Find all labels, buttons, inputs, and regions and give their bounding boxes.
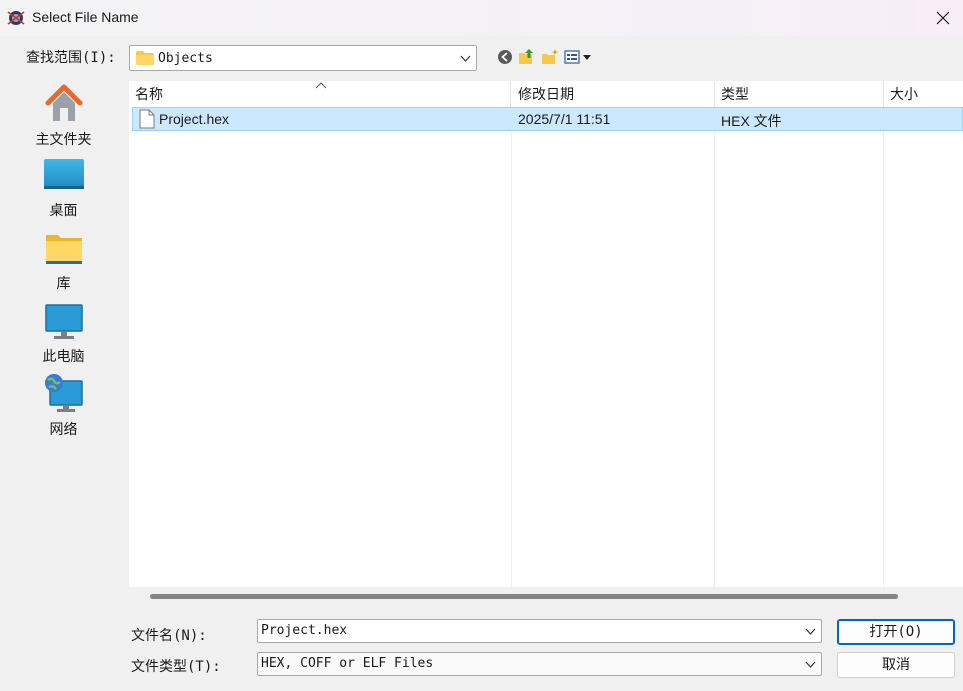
place-label: 此电脑 xyxy=(42,349,85,365)
file-name: Project.hex xyxy=(159,111,230,127)
home-icon xyxy=(45,84,82,121)
horizontal-scrollbar[interactable] xyxy=(150,594,898,599)
place-label: 桌面 xyxy=(49,203,78,219)
filename-value: Project.hex xyxy=(261,623,348,638)
filename-input[interactable]: Project.hex xyxy=(257,619,822,643)
chevron-down-icon xyxy=(460,55,471,62)
back-button[interactable] xyxy=(495,46,515,68)
back-icon xyxy=(498,50,512,64)
look-in-label: 查找范围(I): xyxy=(26,50,116,66)
place-desktop[interactable]: 桌面 xyxy=(4,156,123,220)
file-list[interactable]: 名称 修改日期 类型 大小 Project.hex 2025/7/1 11:51… xyxy=(129,81,963,587)
column-divider xyxy=(883,107,884,587)
file-type: HEX 文件 xyxy=(721,113,782,129)
window-title: Select File Name xyxy=(32,9,139,25)
place-home[interactable]: 主文件夹 xyxy=(4,81,123,149)
close-icon xyxy=(936,11,949,25)
column-header-modified[interactable]: 修改日期 xyxy=(512,81,715,107)
title-bar: Select File Name xyxy=(0,0,963,36)
view-menu-button[interactable] xyxy=(564,46,594,68)
new-folder-icon xyxy=(542,49,559,64)
filename-label: 文件名(N): xyxy=(131,628,207,644)
filetype-dropdown[interactable]: HEX, COFF or ELF Files xyxy=(257,652,822,676)
this-pc-icon xyxy=(44,304,83,339)
place-network[interactable]: 网络 xyxy=(4,373,123,439)
file-modified: 2025/7/1 11:51 xyxy=(518,111,611,127)
library-folder-icon xyxy=(45,235,82,264)
places-bar: 主文件夹 桌面 库 此电脑 网络 xyxy=(4,81,123,687)
chevron-down-icon xyxy=(805,661,816,668)
file-icon xyxy=(139,109,155,129)
keil-uvision-icon xyxy=(7,11,25,25)
place-this-pc[interactable]: 此电脑 xyxy=(4,302,123,366)
look-in-value: Objects xyxy=(158,50,213,66)
filetype-value: HEX, COFF or ELF Files xyxy=(261,656,434,671)
place-label: 网络 xyxy=(49,422,78,438)
view-menu-icon xyxy=(564,50,591,64)
place-label: 主文件夹 xyxy=(35,132,92,148)
look-in-dropdown[interactable]: Objects xyxy=(129,45,477,71)
filetype-label: 文件类型(T): xyxy=(131,659,221,675)
new-folder-button[interactable] xyxy=(540,46,560,68)
folder-icon xyxy=(136,51,154,65)
place-label: 库 xyxy=(56,276,71,292)
sort-ascending-icon xyxy=(315,82,327,89)
network-icon xyxy=(44,374,83,412)
place-library[interactable]: 库 xyxy=(4,229,123,293)
open-button[interactable]: 打开(O) xyxy=(837,619,955,645)
chevron-down-icon xyxy=(805,628,816,635)
desktop-icon xyxy=(43,159,84,189)
up-folder-button[interactable] xyxy=(517,46,537,68)
column-divider xyxy=(511,107,512,587)
up-folder-icon xyxy=(519,49,533,64)
close-button[interactable] xyxy=(922,0,963,36)
column-divider xyxy=(714,107,715,587)
column-header-type[interactable]: 类型 xyxy=(715,81,884,107)
cancel-button[interactable]: 取消 xyxy=(837,652,955,678)
column-header-size[interactable]: 大小 xyxy=(884,81,963,107)
